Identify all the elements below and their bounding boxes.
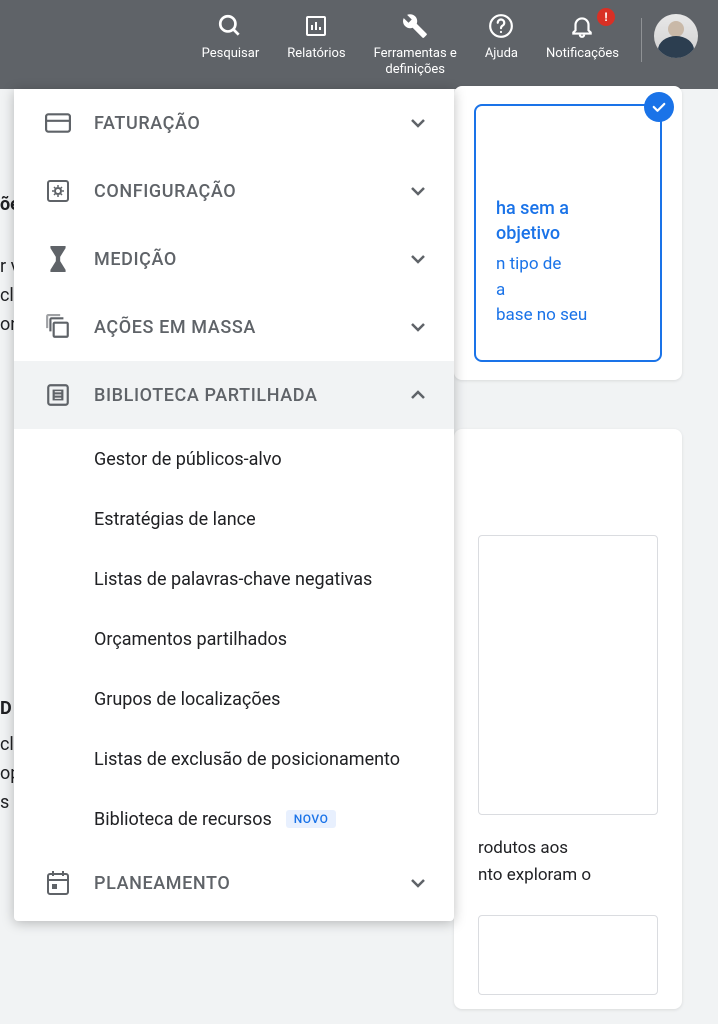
chevron-down-icon xyxy=(406,871,430,895)
menu-bulk[interactable]: AÇÕES EM MASSA xyxy=(14,293,454,361)
submenu-label: Gestor de públicos-alvo xyxy=(94,449,282,470)
submenu-negative-keywords[interactable]: Listas de palavras-chave negativas xyxy=(14,549,454,609)
menu-billing[interactable]: FATURAÇÃO xyxy=(14,89,454,157)
topbar-search-label: Pesquisar xyxy=(202,46,260,62)
copy-stack-icon xyxy=(44,313,72,341)
chevron-down-icon xyxy=(406,111,430,135)
topbar-tools[interactable]: Ferramentas e definições xyxy=(360,12,471,77)
chevron-down-icon xyxy=(406,315,430,339)
menu-shared-label: BIBLIOTECA PARTILHADA xyxy=(94,385,406,406)
chevron-up-icon xyxy=(406,383,430,407)
wrench-icon xyxy=(401,12,429,40)
search-icon xyxy=(216,12,244,40)
hourglass-icon xyxy=(44,245,72,273)
submenu-budgets[interactable]: Orçamentos partilhados xyxy=(14,609,454,669)
bell-icon xyxy=(568,12,596,40)
submenu-label: Grupos de localizações xyxy=(94,689,280,710)
submenu-label: Listas de exclusão de posicionamento xyxy=(94,749,400,770)
topbar-reports[interactable]: Relatórios xyxy=(273,12,359,62)
menu-planning[interactable]: PLANEAMENTO xyxy=(14,849,454,917)
submenu-label: Orçamentos partilhados xyxy=(94,629,287,650)
submenu-resources[interactable]: Biblioteca de recursos NOVO xyxy=(14,789,454,849)
menu-measure[interactable]: MEDIÇÃO xyxy=(14,225,454,293)
bg-card-top: ha sem aobjetivo n tipo deabase no seu xyxy=(454,86,682,380)
menu-planning-label: PLANEAMENTO xyxy=(94,873,406,894)
menu-bulk-label: AÇÕES EM MASSA xyxy=(94,317,406,338)
menu-config-label: CONFIGURAÇÃO xyxy=(94,181,406,202)
library-icon xyxy=(44,381,72,409)
submenu-label: Listas de palavras-chave negativas xyxy=(94,569,372,590)
topbar-notifications-label: Notificações xyxy=(546,46,619,62)
credit-card-icon xyxy=(44,109,72,137)
help-icon xyxy=(487,12,515,40)
topbar-divider xyxy=(641,18,642,62)
chart-icon xyxy=(302,12,330,40)
menu-billing-label: FATURAÇÃO xyxy=(94,113,406,134)
menu-shared-library[interactable]: BIBLIOTECA PARTILHADA xyxy=(14,361,454,429)
avatar[interactable] xyxy=(654,14,698,58)
menu-config[interactable]: CONFIGURAÇÃO xyxy=(14,157,454,225)
gear-box-icon xyxy=(44,177,72,205)
submenu-audiences[interactable]: Gestor de públicos-alvo xyxy=(14,429,454,489)
topbar-notifications[interactable]: ! Notificações xyxy=(532,12,633,62)
chevron-down-icon xyxy=(406,247,430,271)
topbar-reports-label: Relatórios xyxy=(287,46,345,62)
tools-dropdown-panel: FATURAÇÃO CONFIGURAÇÃO MEDIÇÃO AÇÕES EM … xyxy=(14,89,454,921)
submenu-placement-exclusion[interactable]: Listas de exclusão de posicionamento xyxy=(14,729,454,789)
bg-card-mid: rodutos aosnto exploram o xyxy=(454,429,682,1009)
topbar-help-label: Ajuda xyxy=(485,46,518,62)
topbar-tools-label: Ferramentas e definições xyxy=(374,46,457,77)
topbar-help[interactable]: Ajuda xyxy=(471,12,532,62)
check-icon xyxy=(644,92,674,122)
notification-badge: ! xyxy=(597,8,615,26)
new-badge: NOVO xyxy=(286,810,337,828)
submenu-bidding[interactable]: Estratégias de lance xyxy=(14,489,454,549)
submenu-label: Biblioteca de recursos xyxy=(94,809,272,830)
chevron-down-icon xyxy=(406,179,430,203)
calendar-icon xyxy=(44,869,72,897)
topbar-search[interactable]: Pesquisar xyxy=(188,12,274,62)
submenu-label: Estratégias de lance xyxy=(94,509,256,530)
menu-measure-label: MEDIÇÃO xyxy=(94,249,406,270)
submenu-locations[interactable]: Grupos de localizações xyxy=(14,669,454,729)
bg-card-inner[interactable]: ha sem aobjetivo n tipo deabase no seu xyxy=(474,104,662,362)
topbar: Pesquisar Relatórios Ferramentas e defin… xyxy=(0,0,718,89)
